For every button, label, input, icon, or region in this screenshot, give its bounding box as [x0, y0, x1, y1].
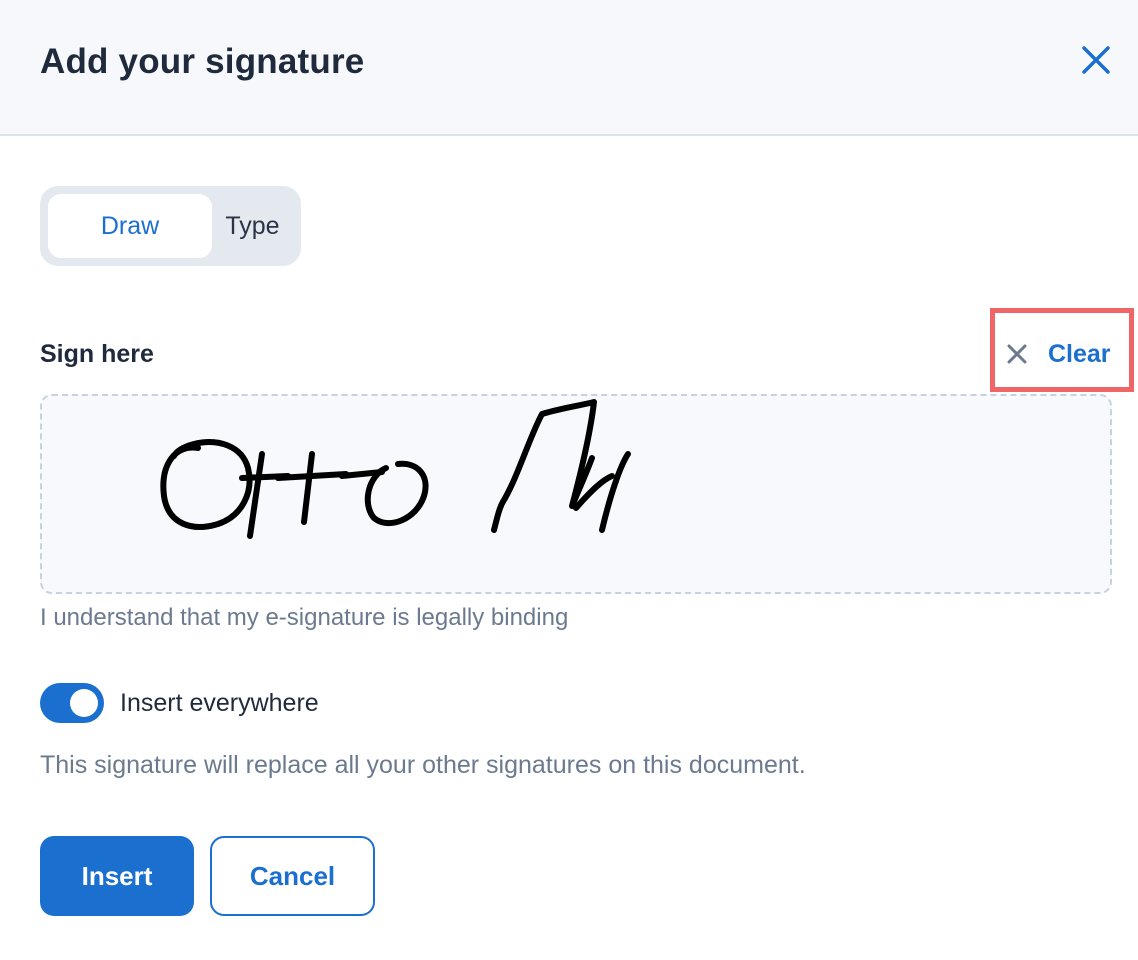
insert-button[interactable]: Insert: [40, 836, 194, 916]
insert-everywhere-label: Insert everywhere: [120, 689, 319, 717]
signature-mode-tabs: Draw Type: [40, 186, 301, 266]
legal-notice: I understand that my e-signature is lega…: [40, 604, 569, 631]
close-button[interactable]: [1074, 40, 1118, 84]
toggle-knob: [70, 689, 98, 717]
signature-pad[interactable]: [40, 394, 1112, 594]
clear-button[interactable]: Clear: [1004, 338, 1111, 370]
signature-drawing: [160, 399, 631, 539]
dialog-title: Add your signature: [40, 42, 365, 81]
insert-everywhere-toggle[interactable]: [40, 683, 104, 723]
sign-here-label: Sign here: [40, 340, 154, 368]
insert-everywhere-note: This signature will replace all your oth…: [40, 751, 806, 779]
close-icon: [1081, 45, 1111, 80]
close-icon: [1004, 341, 1030, 367]
cancel-button[interactable]: Cancel: [210, 836, 375, 916]
dialog-header: Add your signature: [0, 0, 1138, 136]
clear-label: Clear: [1048, 339, 1111, 368]
tab-draw[interactable]: Draw: [48, 194, 212, 258]
tab-type[interactable]: Type: [212, 194, 293, 258]
